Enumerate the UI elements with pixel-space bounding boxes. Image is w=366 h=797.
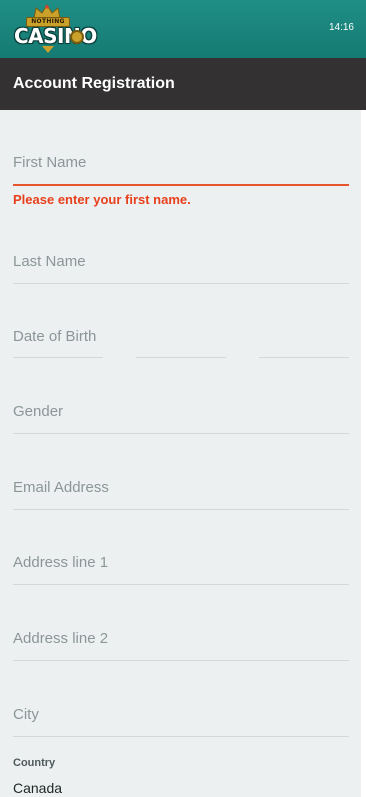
dob-year-underline[interactable]	[259, 357, 349, 358]
casino-logo[interactable]: NOTHING CASINO	[12, 4, 97, 54]
status-time: 14:16	[328, 22, 354, 33]
last-name-placeholder: Last Name	[13, 253, 86, 270]
top-app-bar: NOTHING CASINO 14:16	[0, 0, 366, 58]
gender-placeholder: Gender	[13, 403, 64, 420]
address-line-1-underline	[13, 584, 349, 585]
gender-underline	[13, 433, 349, 434]
city-field[interactable]: City	[13, 703, 349, 739]
page-header: Account Registration	[0, 58, 366, 110]
address-line-2-field[interactable]: Address line 2	[13, 627, 349, 663]
page-title: Account Registration	[13, 75, 175, 92]
address-line-1-field[interactable]: Address line 1	[13, 551, 349, 587]
first-name-placeholder: First Name	[13, 154, 87, 171]
email-field[interactable]: Email Address	[13, 476, 349, 512]
last-name-field[interactable]: Last Name	[13, 250, 349, 286]
address-line-1-placeholder: Address line 1	[13, 554, 109, 571]
email-placeholder: Email Address	[13, 479, 109, 496]
first-name-underline	[13, 184, 349, 186]
dob-day-underline[interactable]	[13, 357, 103, 358]
first-name-field[interactable]: First Name	[13, 150, 349, 190]
dob-month-underline[interactable]	[136, 357, 226, 358]
first-name-error: Please enter your first name.	[13, 192, 191, 207]
last-name-underline	[13, 283, 349, 284]
scrollbar[interactable]	[361, 110, 366, 797]
date-of-birth-placeholder: Date of Birth	[13, 328, 97, 345]
address-line-2-placeholder: Address line 2	[13, 630, 109, 647]
casino-chip-icon	[70, 30, 84, 44]
date-of-birth-field[interactable]: Date of Birth	[13, 325, 349, 361]
email-underline	[13, 509, 349, 510]
country-label: Country	[13, 757, 56, 769]
gender-field[interactable]: Gender	[13, 400, 349, 436]
city-placeholder: City	[13, 706, 39, 723]
city-underline	[13, 736, 349, 737]
country-select[interactable]: Canada	[13, 780, 62, 796]
logo-tip-icon	[42, 46, 54, 53]
address-line-2-underline	[13, 660, 349, 661]
